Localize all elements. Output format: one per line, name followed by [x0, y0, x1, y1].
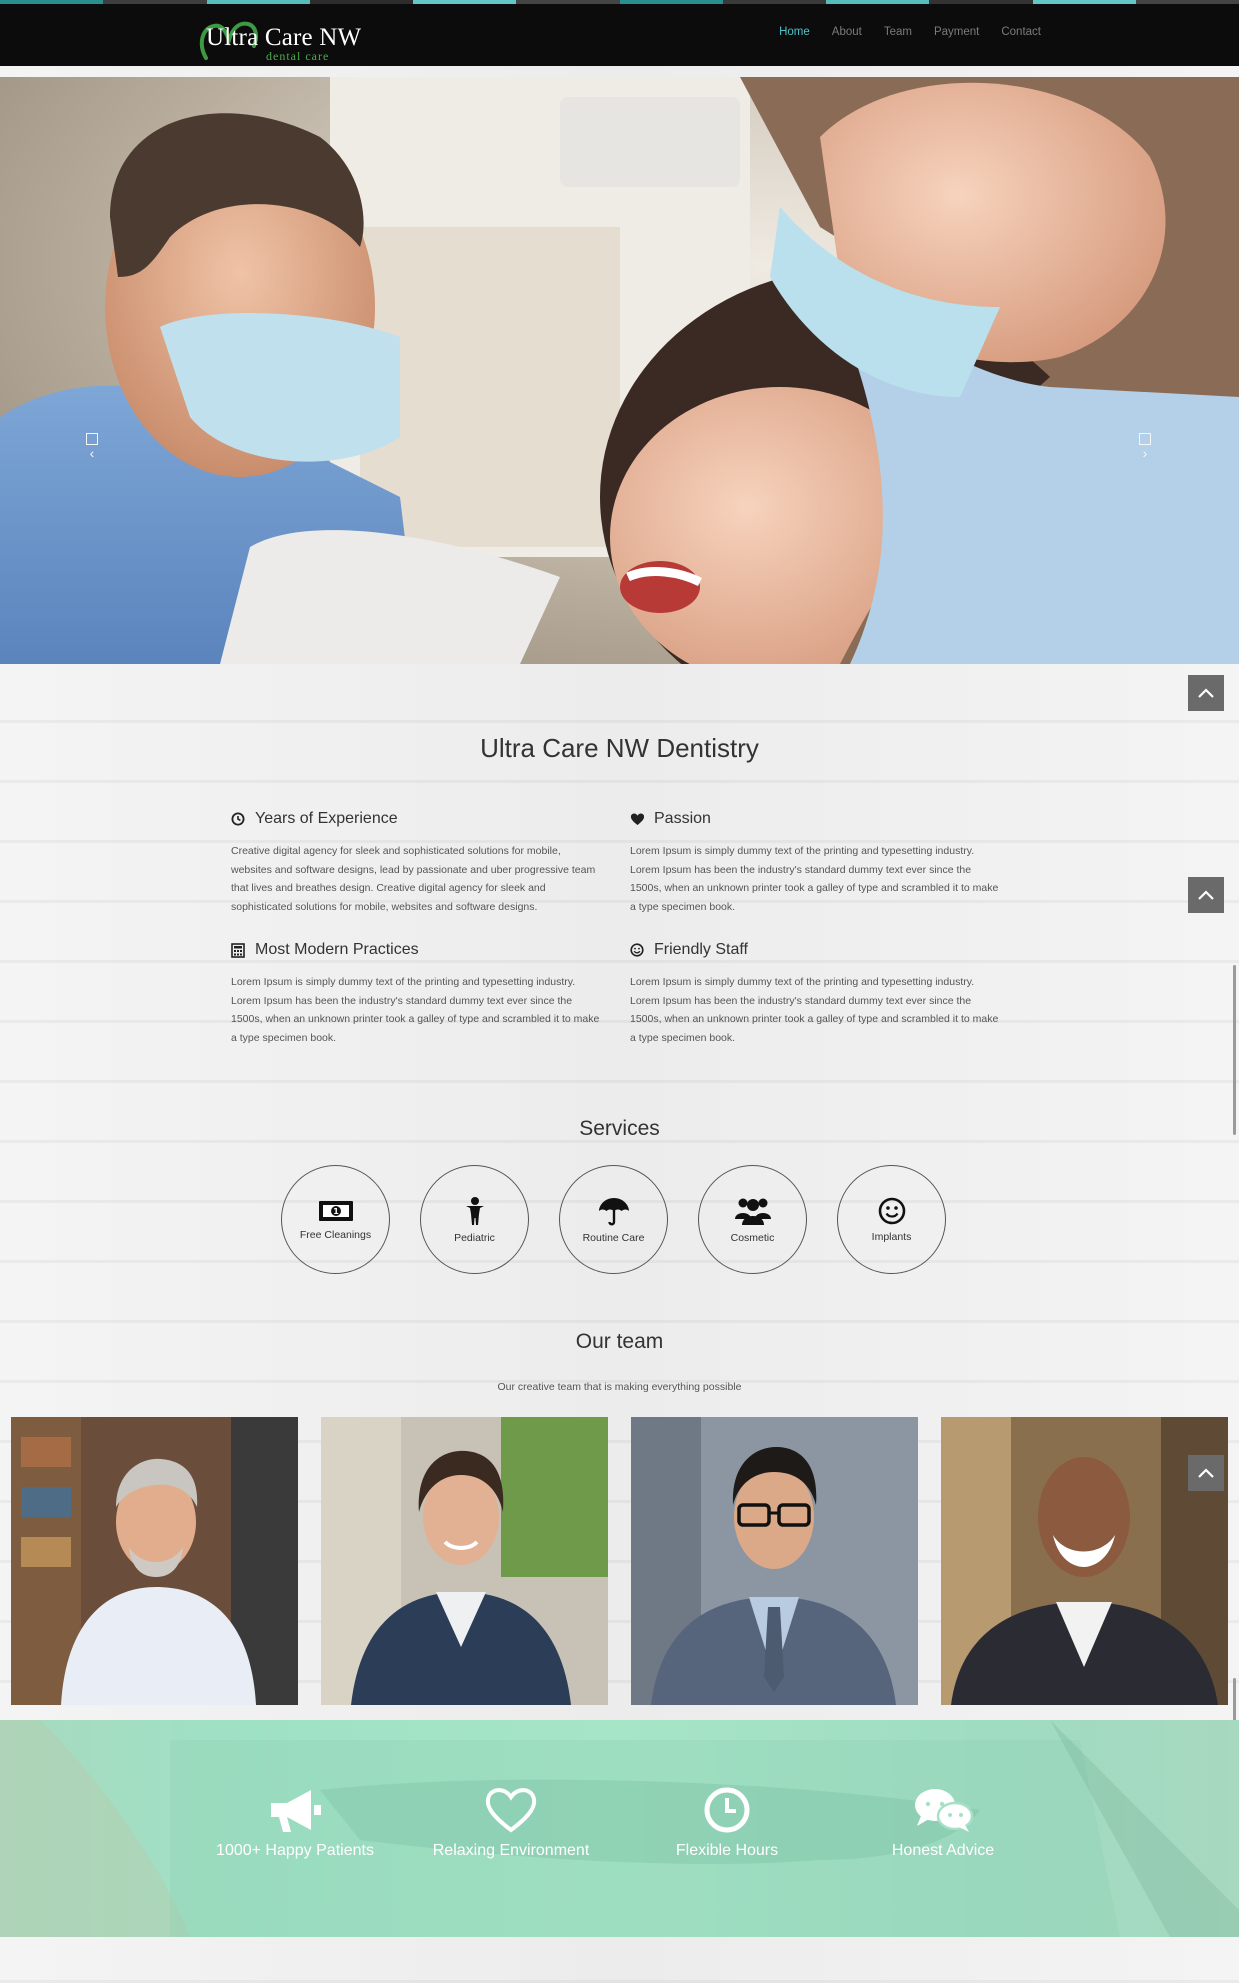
stat-label: 1000+ Happy Patients [216, 1842, 374, 1859]
chat-bubbles-icon [915, 1789, 974, 1832]
feature-text: Lorem Ipsum is simply dummy text of the … [231, 976, 600, 1044]
feature-title: Friendly Staff [654, 941, 748, 958]
stat-happy-patients: 1000+ Happy Patients [205, 1786, 385, 1860]
stat-relaxing-environment: Relaxing Environment [421, 1786, 601, 1860]
logo-tagline: dental care [266, 49, 330, 63]
feature-passion: Passion Lorem Ipsum is simply dummy text… [630, 810, 1000, 916]
feature-title: Most Modern Practices [255, 941, 419, 958]
feature-text: Creative digital agency for sleek and so… [231, 845, 596, 913]
stat-honest-advice: Honest Advice [853, 1786, 1033, 1860]
main-nav: Home About Team Payment Contact [779, 26, 1041, 38]
stats-xray-background [0, 1720, 1239, 1937]
team-member-photo-1[interactable] [11, 1417, 298, 1705]
team-subtitle: Our creative team that is making everyth… [497, 1381, 742, 1393]
service-cosmetic[interactable]: Cosmetic [698, 1165, 807, 1274]
scroll-to-top-button-2[interactable] [1188, 877, 1224, 913]
heart-outline-icon [485, 1788, 537, 1833]
umbrella-icon [598, 1197, 629, 1225]
feature-text: Lorem Ipsum is simply dummy text of the … [630, 976, 999, 1044]
service-free-cleanings[interactable]: 1 Free Cleanings [281, 1165, 390, 1274]
services-list: 1 Free Cleanings Pediatric Routine Care … [281, 1165, 946, 1274]
hero-slider: ‹ › [0, 77, 1239, 664]
team-title: Our team [575, 1330, 664, 1353]
nav-team[interactable]: Team [884, 26, 912, 38]
clock-icon [704, 1787, 750, 1833]
about-title: Ultra Care NW Dentistry [480, 733, 759, 763]
service-pediatric[interactable]: Pediatric [420, 1165, 529, 1274]
feature-text: Lorem Ipsum is simply dummy text of the … [630, 845, 999, 913]
service-label: Cosmetic [730, 1231, 775, 1244]
page-scrollbar-thumb[interactable] [1233, 965, 1236, 1135]
stat-label: Relaxing Environment [432, 1842, 590, 1859]
slider-next-button[interactable]: › [1137, 433, 1153, 460]
scroll-to-top-button[interactable] [1188, 675, 1224, 711]
team-photo-man-glasses [631, 1417, 918, 1705]
chevron-up-icon [1198, 890, 1214, 900]
megaphone-icon [271, 1790, 321, 1832]
clock-icon [231, 812, 245, 826]
team-member-photo-3[interactable] [631, 1417, 918, 1705]
nav-contact[interactable]: Contact [1001, 26, 1041, 38]
team-photo-older-man [11, 1417, 298, 1705]
slider-prev-icon [86, 433, 98, 445]
team-member-photo-4[interactable] [941, 1417, 1228, 1705]
services-title: Services [579, 1117, 660, 1140]
calculator-icon [231, 943, 245, 958]
smile-icon [878, 1197, 905, 1224]
service-label: Pediatric [454, 1231, 495, 1244]
nav-home[interactable]: Home [779, 26, 810, 38]
users-icon [734, 1198, 771, 1225]
site-header: Ultra Care NW dental care Home About Tea… [0, 4, 1239, 66]
money-icon: 1 [318, 1200, 353, 1221]
service-label: Routine Care [582, 1231, 645, 1244]
child-icon [465, 1196, 484, 1225]
smile-icon [630, 943, 644, 957]
feature-friendly-staff: Friendly Staff Lorem Ipsum is simply dum… [630, 941, 1000, 1047]
feature-modern-practices: Most Modern Practices Lorem Ipsum is sim… [231, 941, 601, 1047]
feature-title: Years of Experience [255, 810, 398, 827]
chevron-up-icon [1198, 688, 1214, 698]
team-member-photo-2[interactable] [321, 1417, 608, 1705]
team-photo-woman [321, 1417, 608, 1705]
scroll-to-top-button-3[interactable] [1188, 1455, 1224, 1491]
stat-flexible-hours: Flexible Hours [637, 1786, 817, 1860]
nav-about[interactable]: About [832, 26, 862, 38]
service-routine-care[interactable]: Routine Care [559, 1165, 668, 1274]
service-implants[interactable]: Implants [837, 1165, 946, 1274]
chevron-up-icon [1198, 1468, 1214, 1478]
service-label: Free Cleanings [299, 1228, 372, 1241]
team-gallery [11, 1417, 1228, 1705]
heart-icon [630, 812, 644, 826]
hero-dentist-photo [0, 77, 1239, 664]
logo-title: Ultra Care NW [206, 24, 362, 51]
svg-text:1: 1 [333, 1207, 339, 1216]
nav-payment[interactable]: Payment [934, 26, 979, 38]
site-logo[interactable]: Ultra Care NW dental care [196, 18, 371, 66]
slider-prev-button[interactable]: ‹ [84, 433, 100, 460]
stat-label: Honest Advice [891, 1842, 995, 1859]
slider-next-icon [1139, 433, 1151, 445]
feature-experience: Years of Experience Creative digital age… [231, 810, 601, 916]
team-photo-smiling-man [941, 1417, 1228, 1705]
service-label: Implants [871, 1230, 912, 1243]
feature-title: Passion [654, 810, 711, 827]
stat-label: Flexible Hours [675, 1842, 779, 1859]
stats-banner: 1000+ Happy Patients Relaxing Environmen… [0, 1720, 1239, 1937]
